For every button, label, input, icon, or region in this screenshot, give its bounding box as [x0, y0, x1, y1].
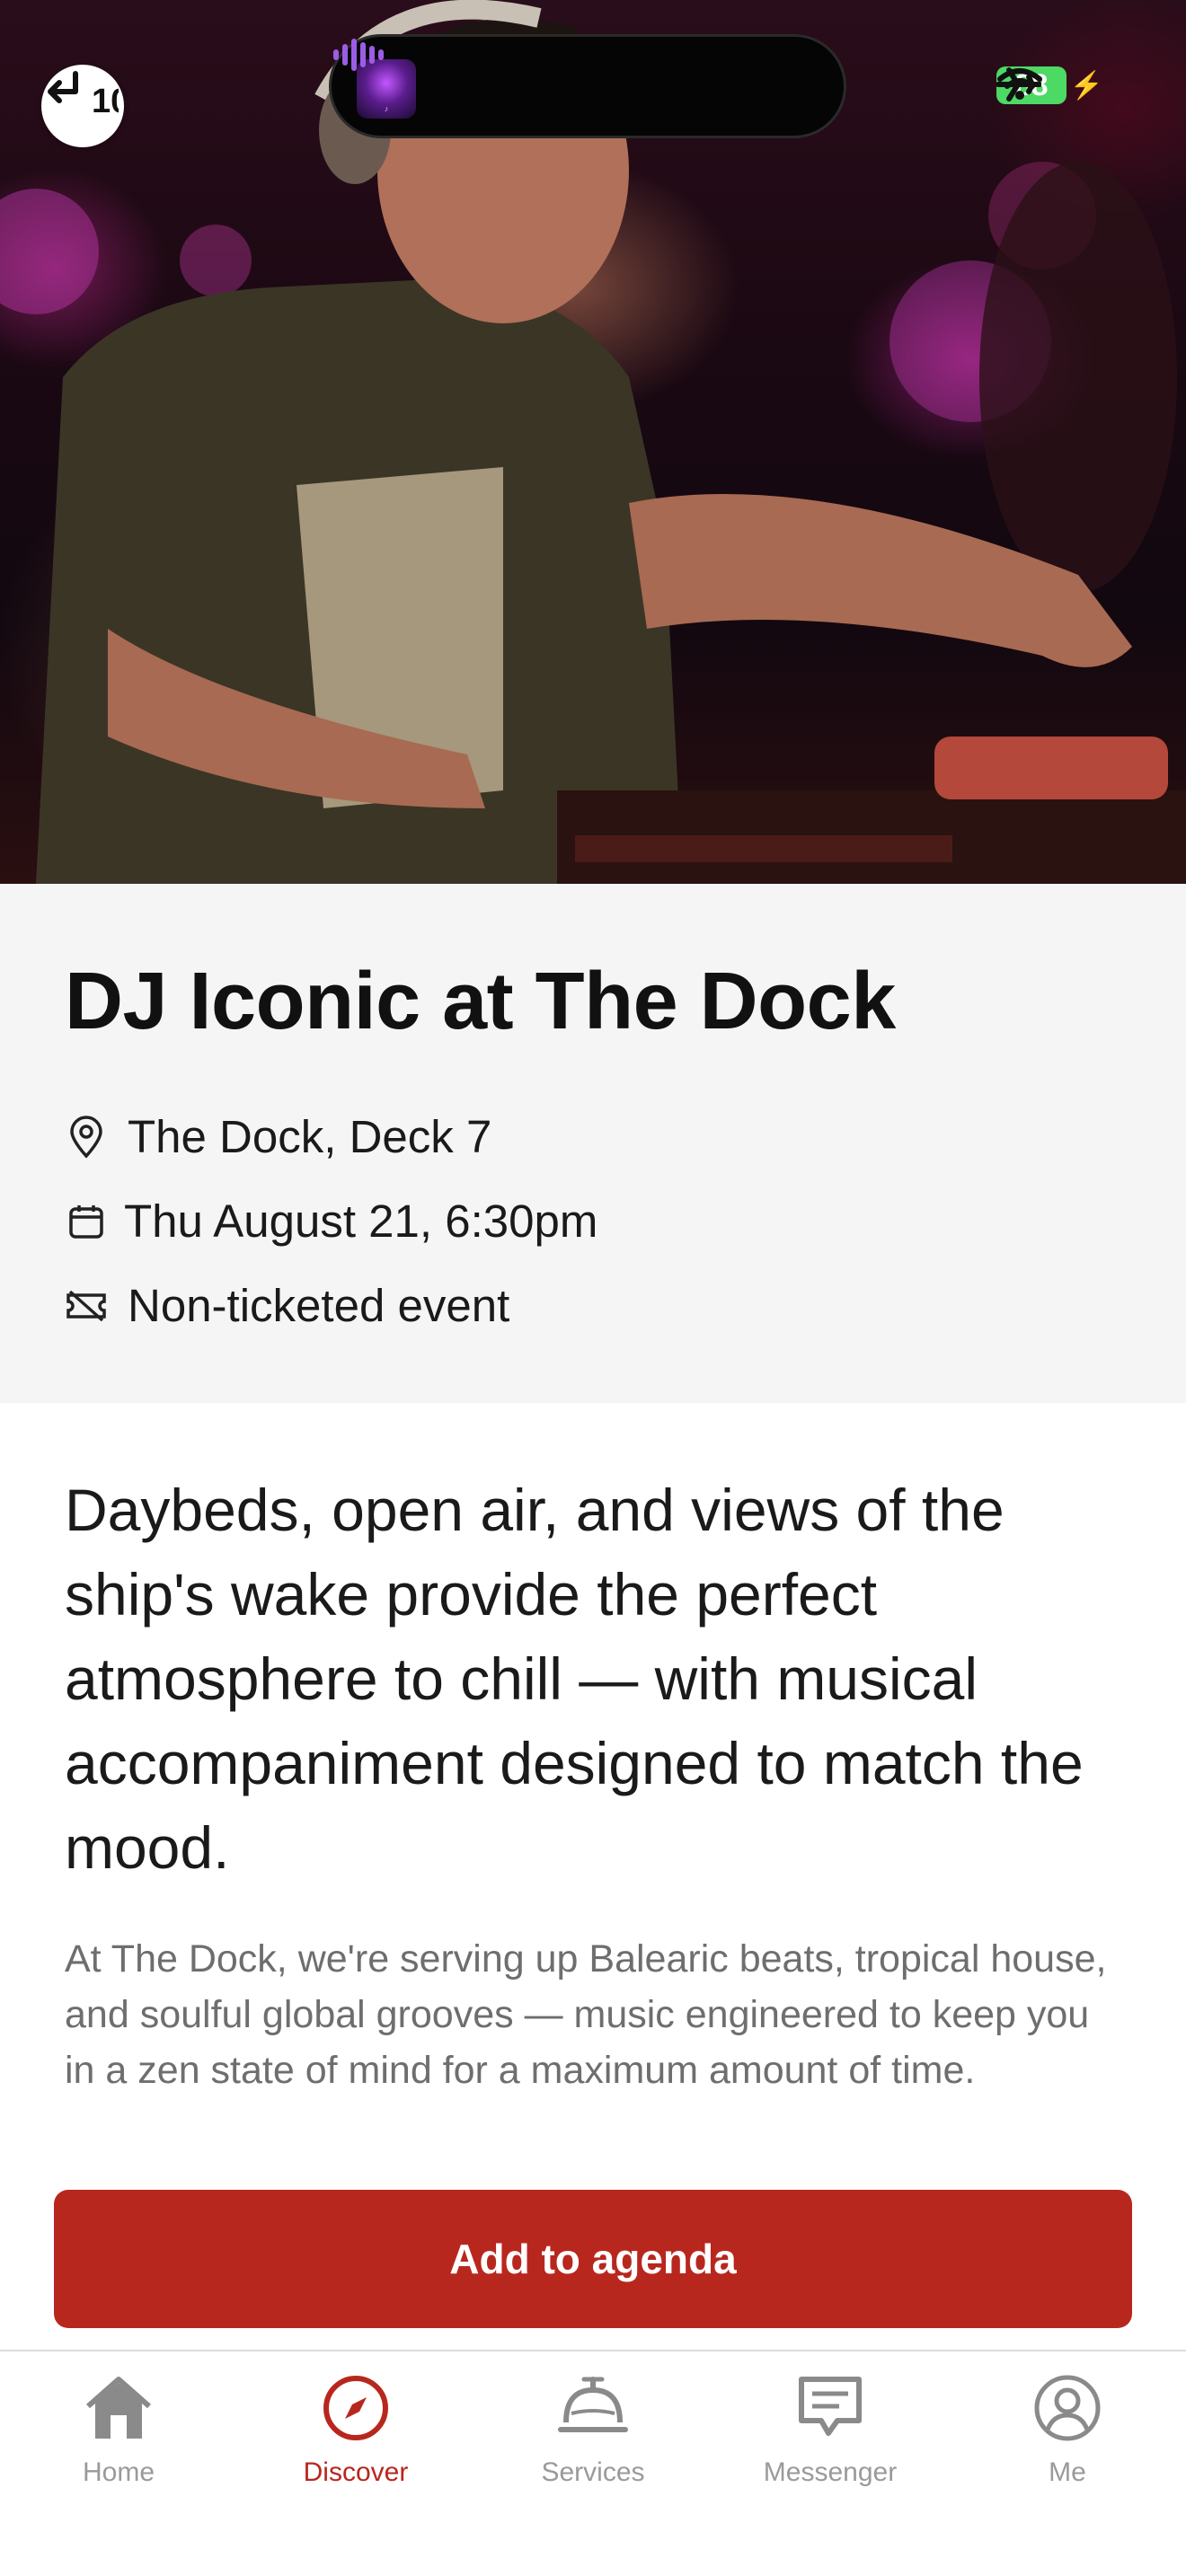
dynamic-island-now-playing[interactable]: ♪ [329, 34, 846, 138]
status-bar-right: 88 ⚡ [996, 66, 1103, 104]
event-datetime: Thu August 21, 6:30pm [124, 1195, 598, 1247]
message-icon [794, 2369, 866, 2447]
home-icon [83, 2369, 155, 2447]
no-ticket-icon [65, 1284, 108, 1328]
tab-label: Home [82, 2457, 155, 2487]
event-lead-description: Daybeds, open air, and views of the ship… [65, 1477, 1084, 1881]
waveform-icon [333, 39, 384, 71]
event-info-section: DJ Iconic at The Dock The Dock, Deck 7 T… [0, 884, 1186, 1403]
calendar-icon [65, 1200, 108, 1243]
event-location-row: The Dock, Deck 7 [65, 1110, 491, 1163]
event-datetime-row: Thu August 21, 6:30pm [65, 1195, 597, 1248]
compass-icon [322, 2369, 390, 2447]
add-to-agenda-button[interactable]: Add to agenda [54, 2190, 1132, 2328]
event-title: DJ Iconic at The Dock [65, 957, 896, 1046]
tab-services[interactable]: Services [474, 2369, 712, 2504]
status-time-fragment: 10 [92, 83, 119, 120]
bottom-tab-bar: Home Discover Services Messenger Me [0, 2350, 1186, 2576]
tab-label: Services [541, 2457, 645, 2487]
bolt-icon: ⚡ [1069, 70, 1103, 101]
event-body-description: At The Dock, we're serving up Balearic b… [65, 1937, 1107, 2092]
profile-icon [1033, 2369, 1102, 2447]
location-pin-icon [65, 1115, 108, 1159]
event-ticketing: Non-ticketed event [128, 1280, 510, 1331]
tab-discover[interactable]: Discover [237, 2369, 474, 2504]
tab-label: Discover [303, 2457, 409, 2487]
wifi-icon [996, 68, 1042, 100]
tab-label: Me [1049, 2457, 1086, 2487]
event-hero-image: 10 ♪ 88 ⚡ [0, 0, 1186, 884]
service-bell-icon [557, 2369, 629, 2447]
tab-home[interactable]: Home [0, 2369, 237, 2504]
event-location: The Dock, Deck 7 [128, 1111, 492, 1162]
back-arrow-icon [48, 71, 78, 103]
tab-messenger[interactable]: Messenger [712, 2369, 949, 2504]
event-ticketing-row: Non-ticketed event [65, 1279, 509, 1332]
back-button[interactable]: 10 [41, 65, 124, 147]
tab-me[interactable]: Me [949, 2369, 1186, 2504]
tab-label: Messenger [763, 2457, 898, 2487]
